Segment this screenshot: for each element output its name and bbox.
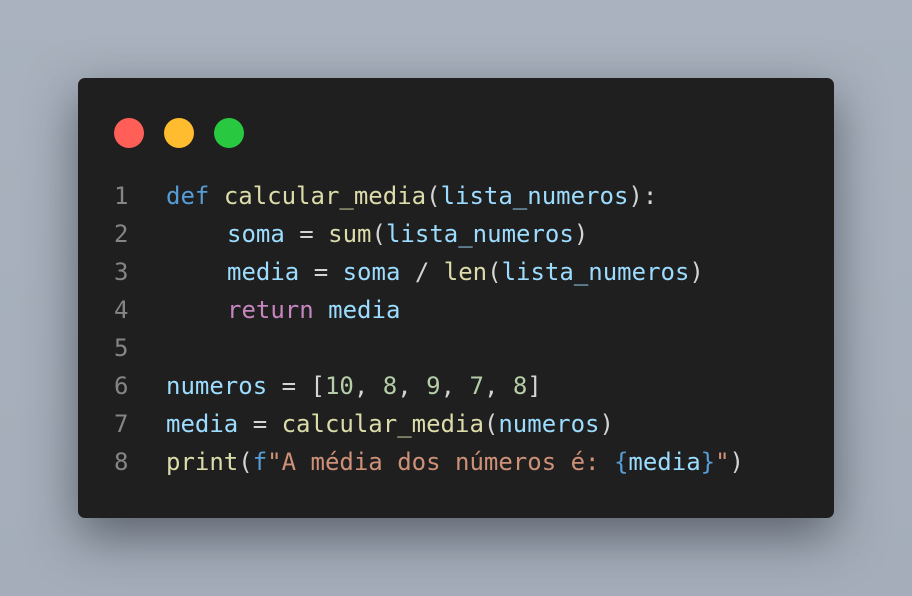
code-line: 4 return media	[78, 291, 834, 329]
code-token: =	[299, 258, 343, 286]
code-token: 7	[469, 372, 484, 400]
code-token: soma	[342, 258, 401, 286]
code-token: f	[252, 448, 268, 476]
code-token: return	[227, 296, 314, 324]
code-token: def	[166, 182, 210, 210]
code-token: =	[238, 410, 282, 438]
code-token: print	[166, 448, 239, 476]
code-window: 1 def calcular_media(lista_numeros): 2 soma…	[78, 78, 834, 518]
code-token: ]	[527, 372, 542, 400]
code-text: def calcular_media(lista_numeros):	[166, 177, 657, 215]
maximize-dot-icon[interactable]	[214, 118, 244, 148]
code-token: lista_numeros	[501, 258, 690, 286]
code-token: 10	[324, 372, 354, 400]
code-line: 5	[78, 329, 834, 367]
code-token: len	[443, 258, 488, 286]
code-token: = [	[267, 372, 325, 400]
minimize-dot-icon[interactable]	[164, 118, 194, 148]
line-number: 8	[114, 448, 129, 476]
code-token: (	[483, 410, 499, 438]
code-token: sum	[328, 220, 372, 248]
code-token: numeros	[498, 410, 600, 438]
code-token: ,	[353, 372, 383, 400]
code-line: 7 media = calcular_media(numeros)	[78, 405, 834, 443]
code-token: /	[400, 258, 444, 286]
line-number: 3	[114, 258, 129, 286]
code-text: soma = sum(lista_numeros)	[166, 215, 588, 253]
code-line: 1 def calcular_media(lista_numeros):	[78, 177, 834, 215]
code-token: calcular_media	[223, 182, 427, 210]
code-text: print(f"A média dos números é: {media}")	[166, 443, 744, 481]
code-token: 8	[382, 372, 398, 400]
code-token: (	[487, 258, 502, 286]
code-text: return media	[166, 291, 400, 329]
code-token: =	[284, 220, 329, 248]
code-token: numeros	[166, 372, 268, 400]
code-text: media = calcular_media(numeros)	[166, 405, 614, 443]
code-token: {	[613, 448, 629, 476]
code-token: media	[328, 296, 401, 324]
code-token: ):	[628, 182, 658, 210]
code-token: ,	[440, 372, 470, 400]
code-token: media	[628, 448, 701, 476]
code-token: )	[599, 410, 614, 438]
line-number: 7	[114, 410, 129, 438]
code-token: 9	[426, 372, 441, 400]
code-token: ,	[483, 372, 513, 400]
code-token: "A média dos números é:	[267, 448, 614, 476]
code-token: 8	[512, 372, 528, 400]
line-number: 4	[114, 296, 129, 324]
close-dot-icon[interactable]	[114, 118, 144, 148]
code-token: media	[166, 410, 239, 438]
code-token: )	[729, 448, 744, 476]
code-token: media	[227, 258, 300, 286]
code-token: )	[573, 220, 589, 248]
code-line: 2 soma = sum(lista_numeros)	[78, 215, 834, 253]
code-token: ,	[397, 372, 427, 400]
code-token: soma	[227, 220, 285, 248]
code-token: calcular_media	[281, 410, 484, 438]
code-line: 3 media = soma / len(lista_numeros)	[78, 253, 834, 291]
code-token: "	[715, 448, 730, 476]
code-token: (	[238, 448, 253, 476]
code-token: lista_numeros	[385, 220, 574, 248]
line-number: 6	[114, 372, 129, 400]
code-text: numeros = [10, 8, 9, 7, 8]	[166, 367, 542, 405]
code-token: lista_numeros	[440, 182, 629, 210]
code-line: 8 print(f"A média dos números é: {media}"…	[78, 443, 834, 481]
code-token: }	[700, 448, 716, 476]
code-token: (	[426, 182, 441, 210]
code-line: 6 numeros = [10, 8, 9, 7, 8]	[78, 367, 834, 405]
code-text: media = soma / len(lista_numeros)	[166, 253, 704, 291]
line-number: 2	[114, 220, 129, 248]
code-block: 1 def calcular_media(lista_numeros): 2 soma…	[78, 177, 834, 481]
line-number: 5	[114, 334, 129, 362]
code-token: )	[689, 258, 704, 286]
line-number: 1	[114, 182, 129, 210]
code-token: (	[371, 220, 386, 248]
